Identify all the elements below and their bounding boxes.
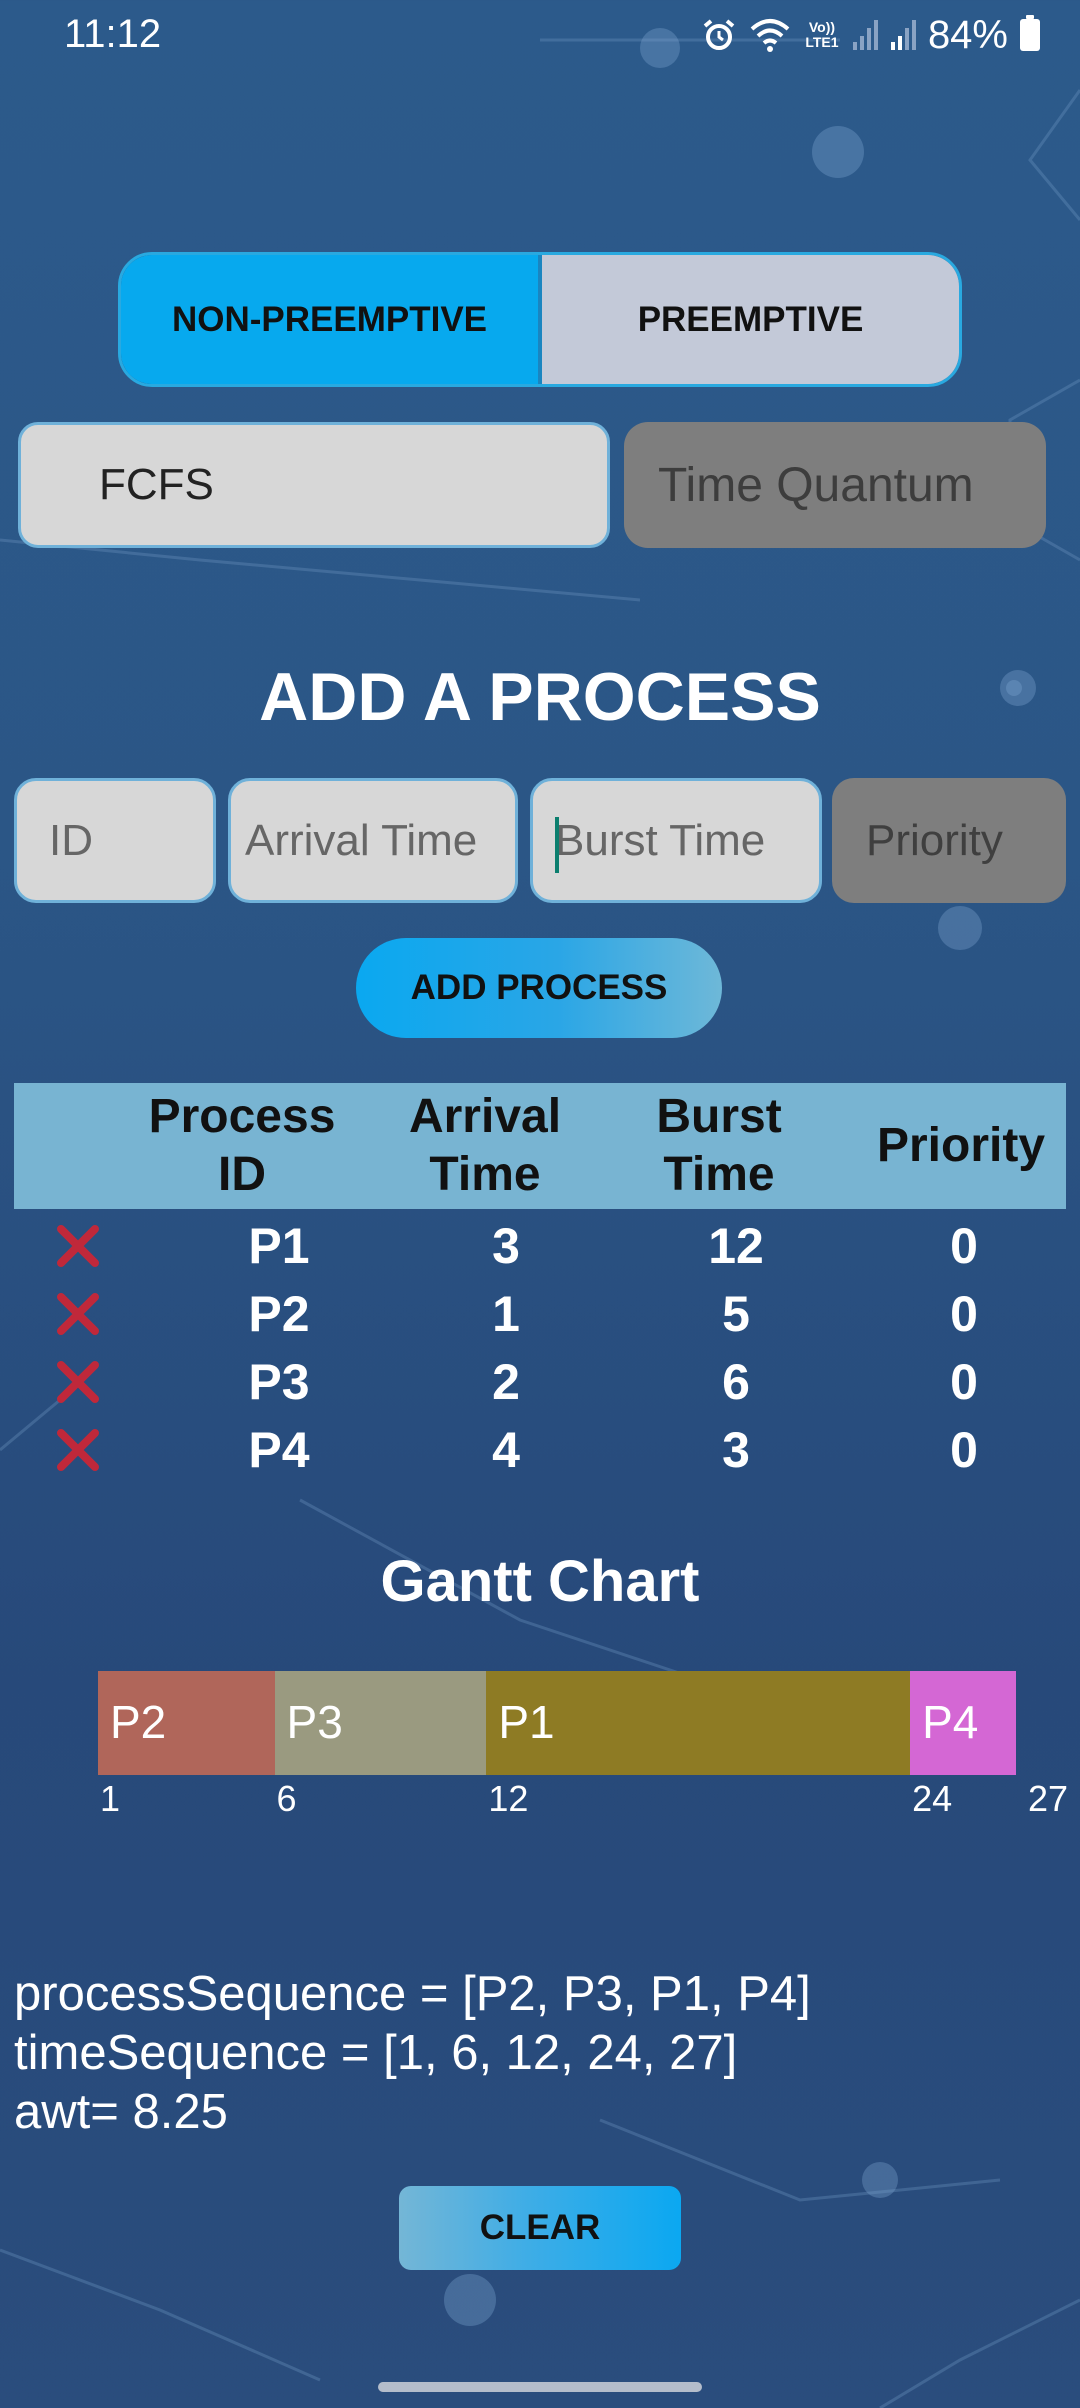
cell-priority: 0	[950, 1286, 978, 1342]
delete-process-button[interactable]	[48, 1348, 108, 1416]
gantt-tick-label: 1	[100, 1778, 121, 1819]
add-process-heading: ADD A PROCESS	[259, 659, 821, 735]
time-quantum-input[interactable]: Time Quantum	[624, 422, 1046, 548]
delete-process-button[interactable]	[48, 1280, 108, 1348]
cell-arrival-time: 2	[492, 1354, 520, 1410]
cell-burst-time: 3	[722, 1422, 750, 1478]
signal-icon	[890, 20, 916, 50]
gantt-segment-p1: P1	[486, 1671, 911, 1775]
time-quantum-placeholder: Time Quantum	[658, 458, 974, 512]
gantt-tick-label: 6	[276, 1778, 297, 1819]
battery-icon	[1020, 15, 1040, 51]
header-line: Arrival	[408, 1090, 562, 1143]
status-time: 11:12	[64, 12, 162, 56]
close-icon	[57, 1361, 99, 1403]
delete-process-button[interactable]	[48, 1416, 108, 1484]
close-icon	[57, 1293, 99, 1335]
text-cursor	[555, 817, 559, 873]
close-icon	[57, 1225, 99, 1267]
gantt-chart-heading: Gantt Chart	[380, 1549, 700, 1614]
process-id-input[interactable]: ID	[14, 778, 216, 903]
cell-burst-time: 6	[722, 1354, 750, 1410]
header-line: ID	[217, 1148, 266, 1201]
table-row: P2 1 5 0	[14, 1280, 1066, 1348]
cell-process-id: P1	[248, 1218, 310, 1274]
process-id-placeholder: ID	[49, 815, 93, 865]
header-line: Burst	[656, 1090, 782, 1143]
gantt-segment-p2: P2	[98, 1671, 275, 1775]
gantt-segment-p4: P4	[910, 1671, 1016, 1775]
gantt-tick-label: 24	[912, 1778, 953, 1819]
gantt-segment-label: P3	[286, 1696, 343, 1748]
cell-process-id: P3	[248, 1354, 310, 1410]
priority-input[interactable]: Priority	[832, 778, 1066, 903]
gantt-segment-label: P2	[110, 1696, 167, 1748]
add-process-button[interactable]: ADD PROCESS	[356, 938, 722, 1038]
cell-priority: 0	[950, 1218, 978, 1274]
wifi-icon	[750, 19, 790, 52]
burst-time-placeholder: Burst Time	[555, 815, 766, 865]
table-row: P1 3 12 0	[14, 1212, 1066, 1280]
arrival-time-input[interactable]: Arrival Time	[228, 778, 518, 903]
table-row: P3 2 6 0	[14, 1348, 1066, 1416]
cell-priority: 0	[950, 1422, 978, 1478]
clear-button[interactable]: CLEAR	[399, 2186, 681, 2270]
scheduling-mode-toggle: NON-PREEMPTIVE PREEMPTIVE	[118, 252, 962, 387]
cell-arrival-time: 1	[492, 1286, 520, 1342]
header-line: Time	[663, 1148, 775, 1201]
cell-priority: 0	[950, 1354, 978, 1410]
cell-arrival-time: 3	[492, 1218, 520, 1274]
status-icons: Vo)) LTE1 84%	[702, 12, 1040, 58]
burst-time-input[interactable]: Burst Time	[530, 778, 822, 903]
awt-text: awt= 8.25	[14, 2085, 228, 2139]
delete-process-button[interactable]	[48, 1212, 108, 1280]
close-icon	[57, 1429, 99, 1471]
header-line: Process	[148, 1090, 336, 1143]
preemptive-button[interactable]: PREEMPTIVE	[538, 255, 959, 384]
table-row: P4 4 3 0	[14, 1416, 1066, 1484]
cell-arrival-time: 4	[492, 1422, 520, 1478]
alarm-icon	[703, 19, 735, 50]
gantt-segment-p3: P3	[274, 1671, 487, 1775]
gantt-tick-label: 12	[488, 1778, 529, 1819]
column-header-priority: Priority	[876, 1119, 1046, 1172]
header-line: Time	[429, 1148, 541, 1201]
algorithm-select[interactable]: FCFS	[18, 422, 610, 548]
gantt-time-ticks: 1 6 12 24 27	[98, 1778, 1068, 1828]
gantt-segment-label: P1	[498, 1696, 555, 1748]
status-bar: 11:12 Vo)) LTE1 84%	[0, 0, 1080, 70]
cell-process-id: P4	[248, 1422, 310, 1478]
battery-percentage: 84%	[927, 12, 1008, 57]
algorithm-selected-value: FCFS	[99, 460, 214, 509]
gantt-segment-label: P4	[922, 1696, 979, 1748]
arrival-time-placeholder: Arrival Time	[245, 815, 478, 865]
time-sequence-text: timeSequence = [1, 6, 12, 24, 27]	[14, 2026, 738, 2080]
process-table-body: P1 3 12 0 P2 1 5 0 P3 2 6 0 P4 4 3 0	[14, 1212, 1066, 1484]
process-sequence-text: processSequence = [P2, P3, P1, P4]	[14, 1967, 811, 2021]
cell-burst-time: 5	[722, 1286, 750, 1342]
process-table-header: Process ID Arrival Time Burst Time Priority	[14, 1083, 1066, 1209]
output-results: processSequence = [P2, P3, P1, P4] timeS…	[14, 1965, 811, 2142]
non-preemptive-button[interactable]: NON-PREEMPTIVE	[121, 255, 538, 384]
gantt-chart: P2 P3 P1 P4	[98, 1671, 1016, 1775]
volte-icon: Vo)) LTE1	[805, 19, 839, 50]
gantt-tick-label: 27	[1028, 1778, 1069, 1819]
home-indicator[interactable]	[378, 2382, 702, 2392]
cell-burst-time: 12	[708, 1218, 764, 1274]
priority-placeholder: Priority	[866, 815, 1003, 865]
cell-process-id: P2	[248, 1286, 310, 1342]
signal-icon	[852, 20, 878, 50]
